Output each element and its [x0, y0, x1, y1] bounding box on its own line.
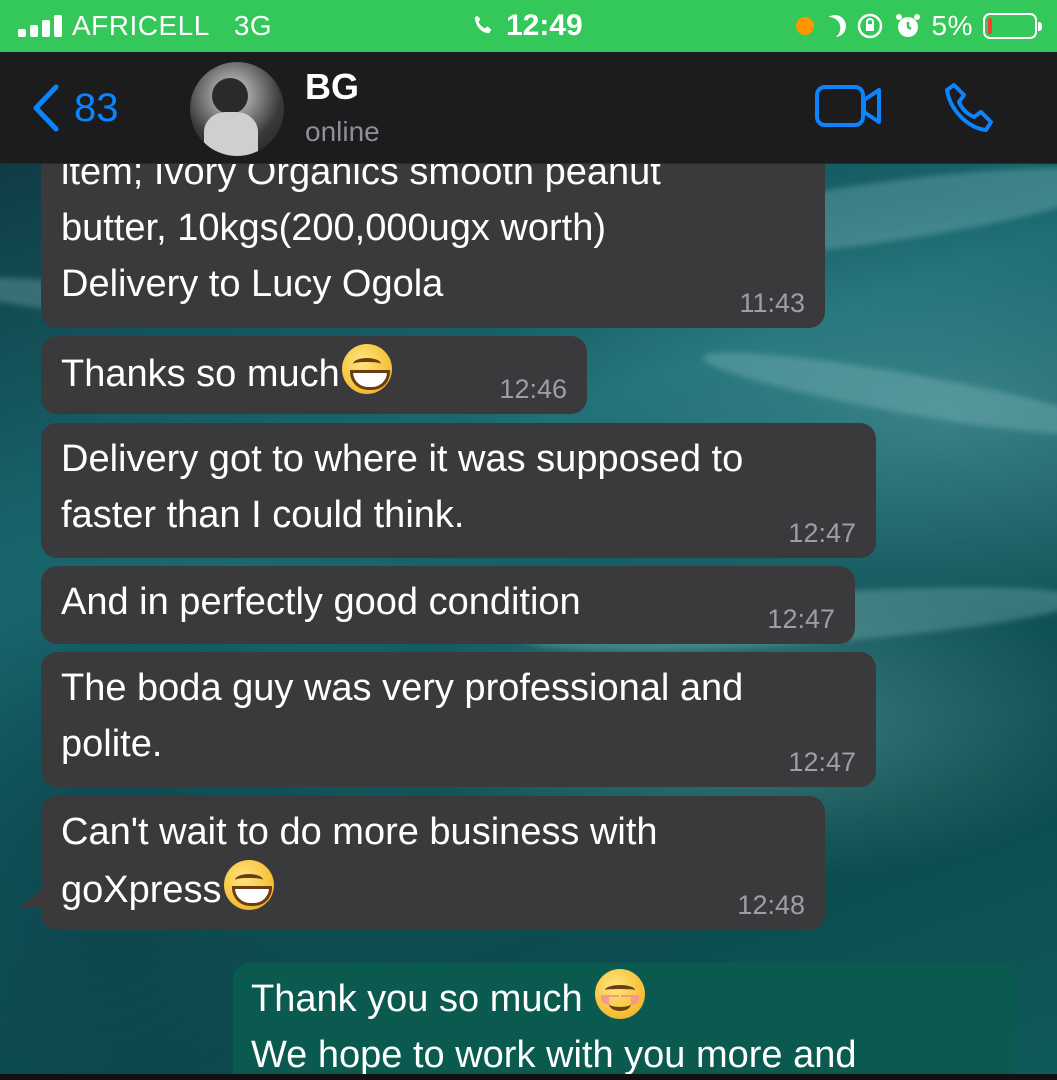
signal-strength-icon [18, 15, 62, 37]
message-time: 12:48 [737, 890, 805, 920]
phone-call-indicator-icon [474, 15, 492, 34]
message-time: 12:47 [788, 747, 856, 777]
message-text: The boda guy was very professional and p… [61, 667, 744, 765]
chevron-left-icon [33, 84, 59, 132]
message-text: And in perfectly good condition [61, 581, 581, 623]
clock: 12:49 [506, 9, 583, 42]
microphone-in-use-indicator-icon [795, 17, 814, 35]
incoming-message[interactable]: Can't wait to do more business with goXp… [41, 796, 825, 930]
message-text: item; Ivory Organics smooth peanut butte… [61, 164, 661, 305]
bottom-edge [0, 1074, 1057, 1080]
message-time: 11:43 [739, 288, 805, 318]
smiling-face-with-blush-emoji-icon [595, 969, 646, 1019]
incoming-message[interactable]: Thanks so much 12:46 [41, 336, 587, 414]
message-text-line-1: Thank you so much [251, 978, 583, 1020]
battery-percentage: 5% [931, 10, 973, 41]
grinning-face-emoji-icon [223, 860, 274, 910]
incoming-message[interactable]: The boda guy was very professional and p… [41, 652, 876, 787]
alarm-clock-icon [895, 14, 920, 37]
message-text: Delivery got to where it was supposed to… [61, 438, 744, 536]
message-text: Thanks so much [61, 353, 340, 395]
back-button[interactable]: 83 [30, 52, 119, 164]
message-time: 12:47 [767, 604, 835, 634]
carrier-name: AFRICELL [72, 10, 210, 41]
bubble-tail [18, 886, 46, 908]
status-bar: AFRICELL 3G 12:49 5% [0, 0, 1057, 52]
message-time: 12:46 [499, 374, 567, 404]
chat-header: 83 BG online [0, 52, 1057, 164]
battery-icon [983, 13, 1042, 39]
incoming-message[interactable]: Delivery got to where it was supposed to… [41, 423, 876, 558]
message-time: 12:47 [788, 518, 856, 548]
contact-status: online [305, 116, 380, 147]
do-not-disturb-moon-icon [820, 12, 848, 40]
outgoing-message[interactable]: Thank you so much We hope to work with y… [233, 963, 1015, 1074]
message-text-line-2: We hope to work with you more and [251, 1034, 857, 1074]
network-type: 3G [233, 10, 273, 41]
grinning-face-emoji-icon [341, 344, 392, 394]
voice-call-button[interactable] [942, 80, 998, 141]
phone-icon [945, 83, 993, 132]
unread-count: 83 [74, 85, 119, 130]
video-camera-icon [815, 85, 881, 127]
contact-avatar[interactable] [190, 62, 284, 156]
video-call-button[interactable] [814, 82, 884, 135]
orientation-lock-icon [857, 13, 882, 39]
message-text-line-2: goXpress [61, 869, 222, 911]
chat-messages-area[interactable]: item; Ivory Organics smooth peanut butte… [0, 164, 1057, 1074]
contact-name[interactable]: BG [305, 66, 359, 108]
incoming-message[interactable]: item; Ivory Organics smooth peanut butte… [41, 164, 825, 328]
incoming-message[interactable]: And in perfectly good condition 12:47 [41, 566, 855, 644]
message-text-line-1: Can't wait to do more business with [61, 811, 658, 853]
